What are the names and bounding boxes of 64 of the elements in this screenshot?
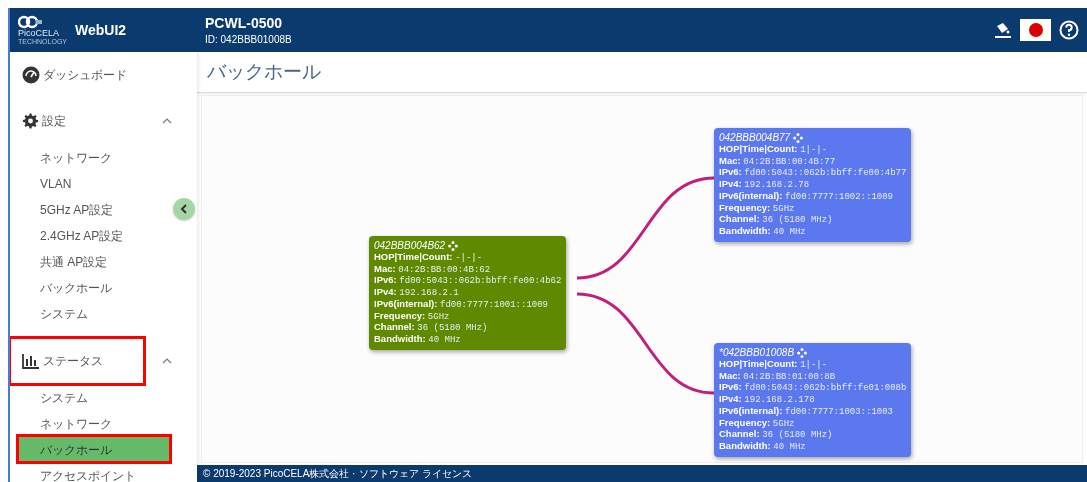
node-field: IPv6(internal): fd00:7777:1003::1003 <box>719 405 907 418</box>
license-link[interactable]: ソフトウェア ライセンス <box>359 466 473 481</box>
sidebar-subitem[interactable]: ネットワーク <box>18 144 170 170</box>
node-field: IPv4: 192.168.2.178 <box>719 394 907 406</box>
node-field: Frequency: 5GHz <box>719 202 907 215</box>
help-button[interactable] <box>1059 20 1079 40</box>
node-field: Channel: 36 (5180 MHz) <box>374 322 562 334</box>
node-field: IPv4: 192.168.2.1 <box>374 287 562 299</box>
sidebar-item[interactable]: ダッシュボード <box>10 52 197 98</box>
node-field: HOP|Time|Count: 1|-|- <box>719 359 907 371</box>
node-field: Frequency: 5GHz <box>719 417 907 430</box>
sidebar-subitem[interactable]: ネットワーク <box>18 410 170 436</box>
node-field: IPv6: fd00:5043::062b:bbff:fe00:4b62 <box>374 275 562 288</box>
node-field: Channel: 36 (5180 MHz) <box>719 214 907 226</box>
sidebar-subitem[interactable]: 5GHz AP設定 <box>18 196 170 222</box>
help-icon <box>1059 20 1079 40</box>
sidebar-subitem[interactable]: バックホール <box>18 436 170 462</box>
node-field: IPv6(internal): fd00:7777:1002::1009 <box>719 190 907 203</box>
network-node-card[interactable] <box>714 343 912 457</box>
move-handle-icon <box>797 348 808 358</box>
node-title: 042BBB004B77 <box>719 132 791 144</box>
app-name: WebUI2 <box>75 22 127 38</box>
node-field: IPv6(internal): fd00:7777:1001::1009 <box>374 298 562 311</box>
logo-rings-icon <box>18 15 42 29</box>
dashboard-gauge-icon <box>22 66 40 84</box>
theme-button[interactable] <box>994 21 1012 39</box>
node-field: IPv6: fd00:5043::062b:bbff:fe01:008b <box>719 382 907 395</box>
node-field: IPv6: fd00:5043::062b:bbff:fe00:4b77 <box>719 167 907 180</box>
copyright-text: © 2019-2023 PicoCELA株式会社 · <box>203 466 356 481</box>
bar-chart-icon <box>22 353 40 369</box>
sidebar-subitem[interactable]: システム <box>18 300 170 326</box>
device-id: ID: 042BBB01008B <box>205 34 293 45</box>
node-field: HOP|Time|Count: -|-|- <box>374 252 562 264</box>
node-field: IPv4: 192.168.2.78 <box>719 179 907 191</box>
node-title: *042BBB01008B <box>719 347 795 359</box>
node-field: Bandwidth: 40 MHz <box>374 333 562 346</box>
node-field: Bandwidth: 40 MHz <box>719 440 907 453</box>
device-name: PCWL-0500 <box>205 15 284 31</box>
node-field: Bandwidth: 40 MHz <box>719 225 907 238</box>
node-field: Channel: 36 (5180 MHz) <box>719 429 907 441</box>
sidebar-subitem[interactable]: VLAN <box>18 170 170 196</box>
chevron-left-icon <box>180 204 188 214</box>
move-handle-icon <box>448 241 459 251</box>
sidebar-subitem[interactable]: アクセスポイント <box>18 462 170 482</box>
node-field: HOP|Time|Count: 1|-|- <box>719 144 907 156</box>
page-title: バックホール <box>197 52 1087 93</box>
sidebar-subitem[interactable]: 2.4GHz AP設定 <box>18 222 170 248</box>
node-title: 042BBB004B62 <box>374 240 446 252</box>
sidebar-section-header[interactable]: ステータス <box>10 338 144 384</box>
language-flag-button[interactable] <box>1020 19 1051 41</box>
move-handle-icon <box>793 133 804 143</box>
sidebar-subitem[interactable]: 共通 AP設定 <box>18 248 170 274</box>
logo-text: PicoCELA <box>18 29 60 38</box>
node-field: Mac: 04:2B:BB:00:4B:62 <box>374 263 562 276</box>
node-field: Mac: 04:2B:BB:01:00:8B <box>719 370 907 383</box>
network-node-card[interactable] <box>369 236 567 350</box>
node-field: Mac: 04:2B:BB:00:4B:77 <box>719 155 907 168</box>
sidebar-subitem[interactable]: バックホール <box>18 274 170 300</box>
settings-icon <box>22 113 39 129</box>
paint-bucket-icon <box>994 21 1012 39</box>
sidebar-subitem[interactable]: システム <box>18 384 170 410</box>
network-node-card[interactable] <box>714 128 912 242</box>
node-field: Frequency: 5GHz <box>374 310 562 323</box>
sidebar-section-header[interactable]: 設定 <box>10 98 197 144</box>
